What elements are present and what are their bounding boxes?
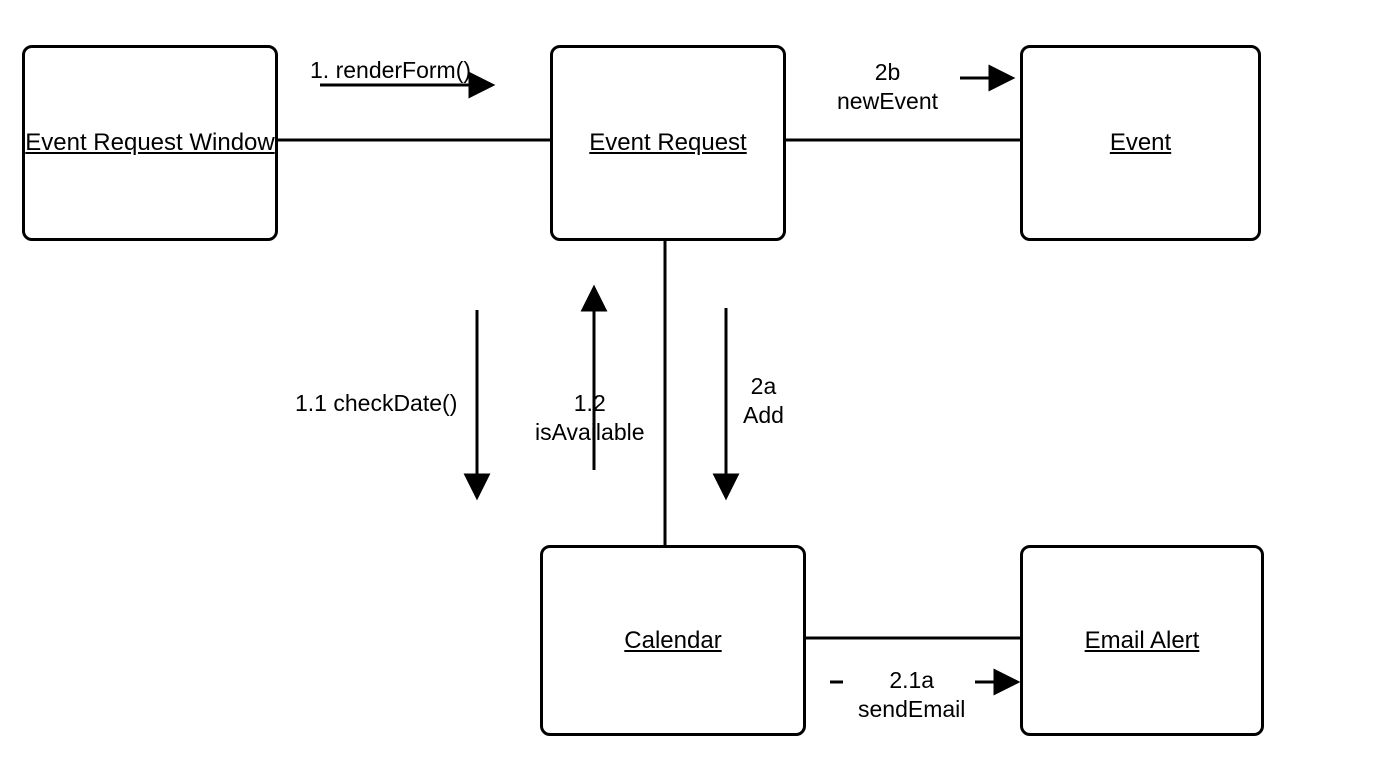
node-label: Event [1110,128,1171,158]
node-label: Email Alert [1085,626,1200,656]
node-event: Event [1020,45,1261,241]
label-is-available: 1.2 isAvailable [535,389,645,447]
label-new-event: 2b newEvent [837,58,938,116]
node-label: Calendar [624,626,721,656]
node-label: Event Request Window [25,128,274,158]
label-send-email: 2.1a sendEmail [858,666,965,724]
label-render-form: 1. renderForm() [310,56,471,85]
node-label: Event Request [589,128,746,158]
label-add: 2a Add [743,372,784,430]
node-calendar: Calendar [540,545,806,736]
node-event-request: Event Request [550,45,786,241]
label-check-date: 1.1 checkDate() [295,389,457,418]
node-email-alert: Email Alert [1020,545,1264,736]
node-event-request-window: Event Request Window [22,45,278,241]
